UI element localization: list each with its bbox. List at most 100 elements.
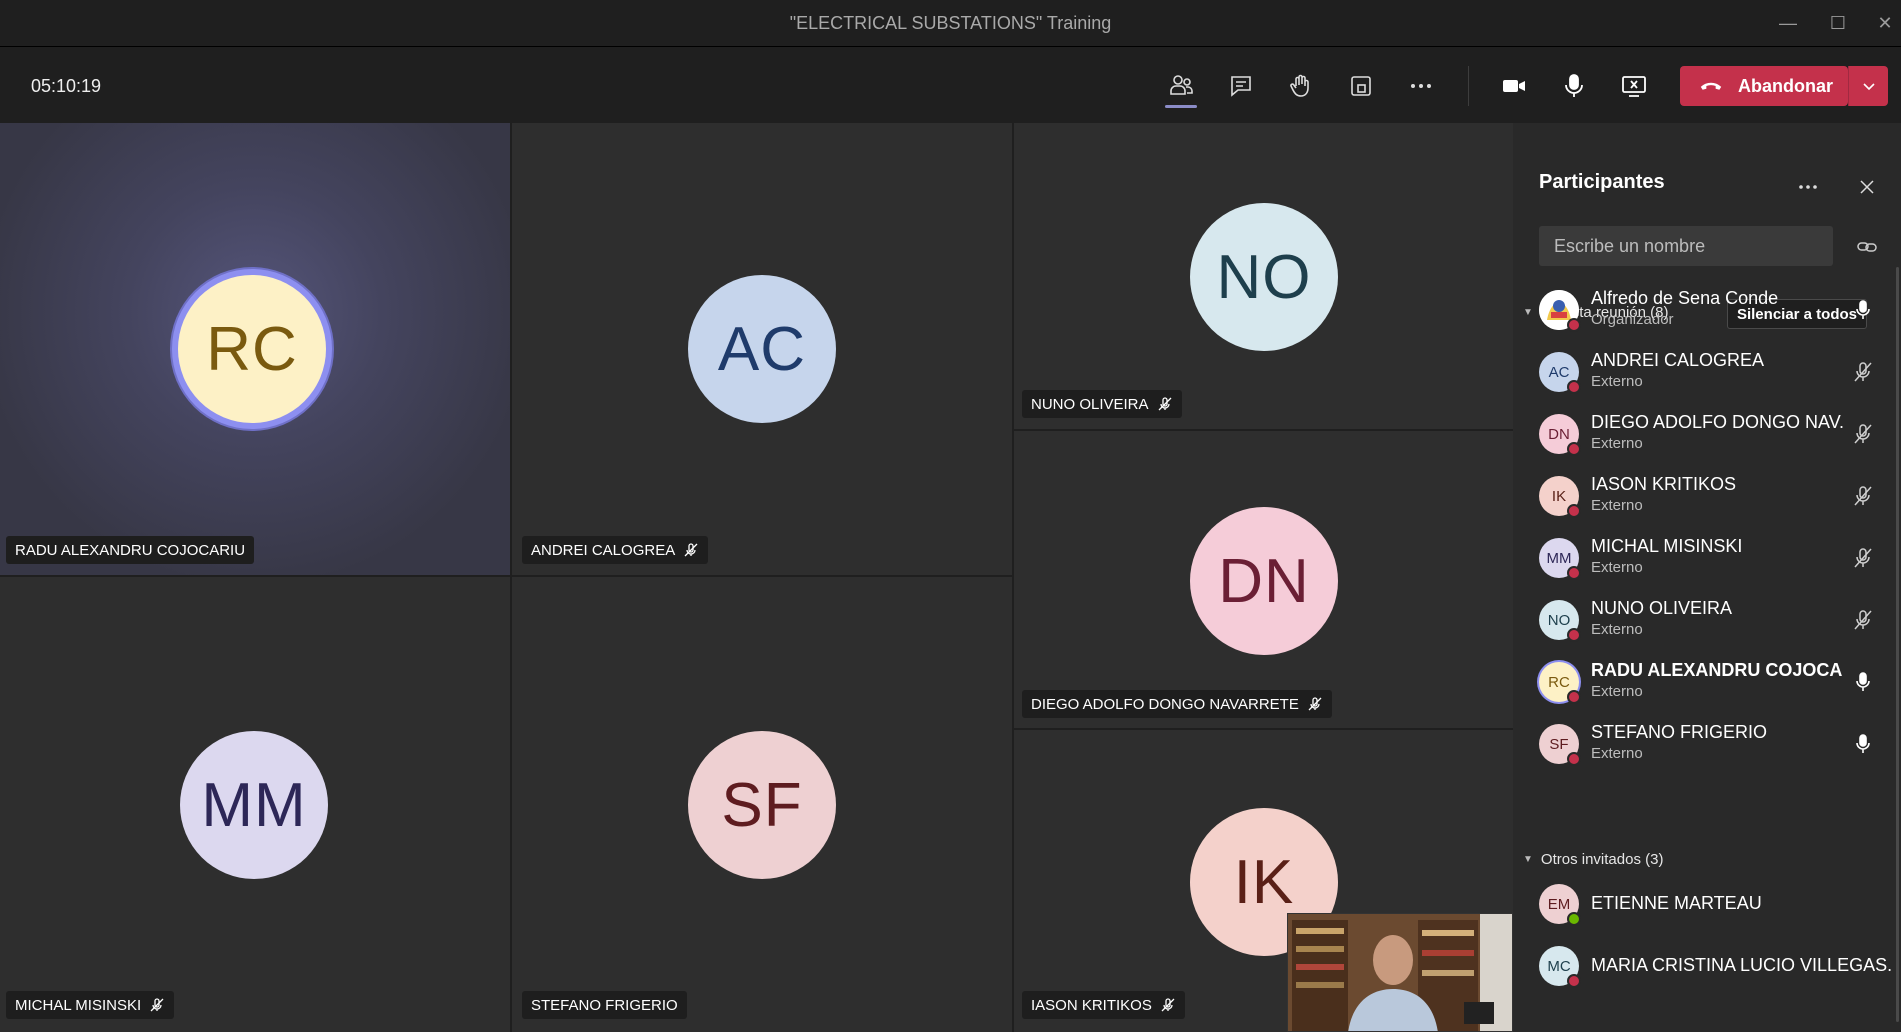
panel-scrollbar[interactable] (1896, 267, 1899, 1022)
video-tile-rc[interactable]: RC RADU ALEXANDRU COJOCARIU (0, 123, 510, 575)
self-video-preview[interactable] (1287, 913, 1513, 1032)
avatar-initials: NO (1216, 242, 1312, 312)
participant-name-tag: STEFANO FRIGERIO (522, 991, 687, 1019)
participant-name: ANDREI CALOGREA (1591, 350, 1765, 370)
avatar-initials: MM (1546, 549, 1572, 567)
presence-status-icon (1567, 380, 1581, 394)
mic-muted-icon[interactable] (1851, 484, 1875, 508)
participant-row[interactable]: DN DIEGO ADOLFO DONGO NAV... Externo (1539, 408, 1889, 464)
participant-role: Externo (1591, 683, 1643, 700)
share-screen-button[interactable] (1610, 62, 1658, 110)
avatar-initials: RC (206, 314, 298, 384)
participant-name-tag: DIEGO ADOLFO DONGO NAVARRETE (1022, 690, 1332, 718)
participant-row[interactable]: AC ANDREI CALOGREA Externo (1539, 346, 1889, 402)
participant-row[interactable]: MM MICHAL MISINSKI Externo (1539, 532, 1889, 588)
microphone-button[interactable] (1550, 62, 1598, 110)
participant-name-tag: NUNO OLIVEIRA (1022, 390, 1182, 418)
mic-icon[interactable] (1851, 732, 1875, 756)
caret-down-icon: ▼ (1523, 307, 1533, 318)
camera-button[interactable] (1490, 62, 1538, 110)
avatar-initials: DN (1218, 546, 1310, 616)
participant-role: Externo (1591, 497, 1643, 514)
mic-muted-icon[interactable] (1851, 546, 1875, 570)
avatar-initials: DN (1548, 425, 1570, 443)
room-icon (1351, 76, 1371, 96)
raise-hand-button[interactable] (1277, 62, 1325, 110)
share-screen-icon (1622, 76, 1646, 97)
participant-row[interactable]: SF STEFANO FRIGERIO Externo (1539, 718, 1889, 774)
chevron-down-icon (1862, 83, 1875, 91)
window-title: "ELECTRICAL SUBSTATIONS" Training (789, 12, 1112, 33)
minimize-icon[interactable]: — (1763, 0, 1813, 47)
leave-label: Abandonar (1738, 75, 1834, 96)
participant-role: Externo (1591, 373, 1643, 390)
chat-icon (1231, 76, 1251, 97)
video-tile-sf[interactable]: SF STEFANO FRIGERIO (512, 577, 1012, 1032)
avatar: SF (688, 731, 836, 879)
participant-row[interactable]: NO NUNO OLIVEIRA Externo (1539, 594, 1889, 650)
participant-name: MICHAL MISINSKI (15, 996, 142, 1014)
participant-search-input[interactable]: Escribe un nombre (1539, 226, 1833, 266)
more-actions-button[interactable] (1397, 62, 1445, 110)
participant-name: ANDREI CALOGREA (531, 541, 676, 559)
invitee-row[interactable]: MC MARIA CRISTINA LUCIO VILLEGAS... (1539, 940, 1891, 996)
mic-muted-icon[interactable] (1851, 422, 1875, 446)
avatar-initials: SF (721, 770, 803, 840)
show-participants-button[interactable] (1157, 62, 1205, 110)
leave-meeting-button[interactable]: Abandonar (1680, 66, 1848, 106)
section-title: Otros invitados (3) (1540, 851, 1664, 868)
video-tile-no[interactable]: NO NUNO OLIVEIRA (1014, 123, 1513, 429)
self-video-image (1288, 914, 1512, 1031)
participant-row[interactable]: IK IASON KRITIKOS Externo (1539, 470, 1889, 526)
mic-icon (1565, 74, 1583, 97)
avatar: RC (178, 275, 326, 423)
participant-name: MICHAL MISINSKI (1591, 536, 1743, 556)
avatar-initials: RC (1548, 673, 1570, 691)
mic-icon[interactable] (1851, 298, 1875, 322)
participant-name: RADU ALEXANDRU COJOCA... (1591, 660, 1843, 680)
other-invitees-section-header[interactable]: ▼ Otros invitados (3) (1523, 851, 1663, 868)
show-chat-button[interactable] (1217, 62, 1265, 110)
avatar-initials: AC (1548, 363, 1570, 381)
participant-name-tag: IASON KRITIKOS (1022, 991, 1185, 1019)
avatar (1539, 290, 1581, 332)
avatar: EM (1539, 884, 1581, 926)
presence-status-icon (1567, 504, 1581, 518)
avatar: NO (1539, 600, 1581, 642)
close-window-icon[interactable]: ✕ (1860, 0, 1901, 47)
avatar: RC (1539, 662, 1581, 704)
video-tile-ac[interactable]: AC ANDREI CALOGREA (512, 123, 1012, 575)
invitee-row[interactable]: EM ETIENNE MARTEAU (1539, 878, 1889, 934)
presence-status-icon (1567, 566, 1581, 580)
participants-panel: Participantes Escribe un nombre ▼ En est… (1513, 123, 1901, 1032)
leave-options-dropdown[interactable] (1848, 66, 1888, 106)
presence-status-icon (1567, 912, 1581, 926)
avatar: MM (1539, 538, 1581, 580)
avatar: DN (1539, 414, 1581, 456)
participant-name: NUNO OLIVEIRA (1591, 598, 1733, 618)
video-tile-mm[interactable]: MM MICHAL MISINSKI (0, 577, 510, 1032)
mic-muted-icon[interactable] (1851, 360, 1875, 384)
participant-name-tag: ANDREI CALOGREA (522, 536, 709, 564)
avatar: SF (1539, 724, 1581, 766)
participant-name: DIEGO ADOLFO DONGO NAVARRETE (1031, 695, 1299, 713)
meeting-timer: 05:10:19 (31, 76, 102, 96)
panel-more-button[interactable] (1796, 175, 1820, 199)
maximize-icon[interactable]: ☐ (1813, 0, 1863, 47)
hangup-icon (1700, 82, 1722, 90)
presence-status-icon (1567, 974, 1581, 988)
participant-name: Alfredo de Sena Conde (1591, 288, 1779, 308)
participant-row[interactable]: Alfredo de Sena Conde Organizador (1539, 284, 1889, 340)
mic-muted-icon (1158, 397, 1171, 411)
share-invite-button[interactable] (1856, 236, 1878, 258)
avatar-initials: IK (1233, 847, 1295, 917)
participant-row[interactable]: RC RADU ALEXANDRU COJOCA... Externo (1539, 656, 1889, 712)
toolbar-divider (1468, 66, 1469, 106)
panel-close-button[interactable] (1857, 177, 1877, 197)
presence-status-icon (1567, 690, 1581, 704)
video-tile-dn[interactable]: DN DIEGO ADOLFO DONGO NAVARRETE (1014, 431, 1513, 728)
mic-icon[interactable] (1851, 670, 1875, 694)
breakout-rooms-button[interactable] (1337, 62, 1385, 110)
presence-status-icon (1567, 442, 1581, 456)
mic-muted-icon[interactable] (1851, 608, 1875, 632)
